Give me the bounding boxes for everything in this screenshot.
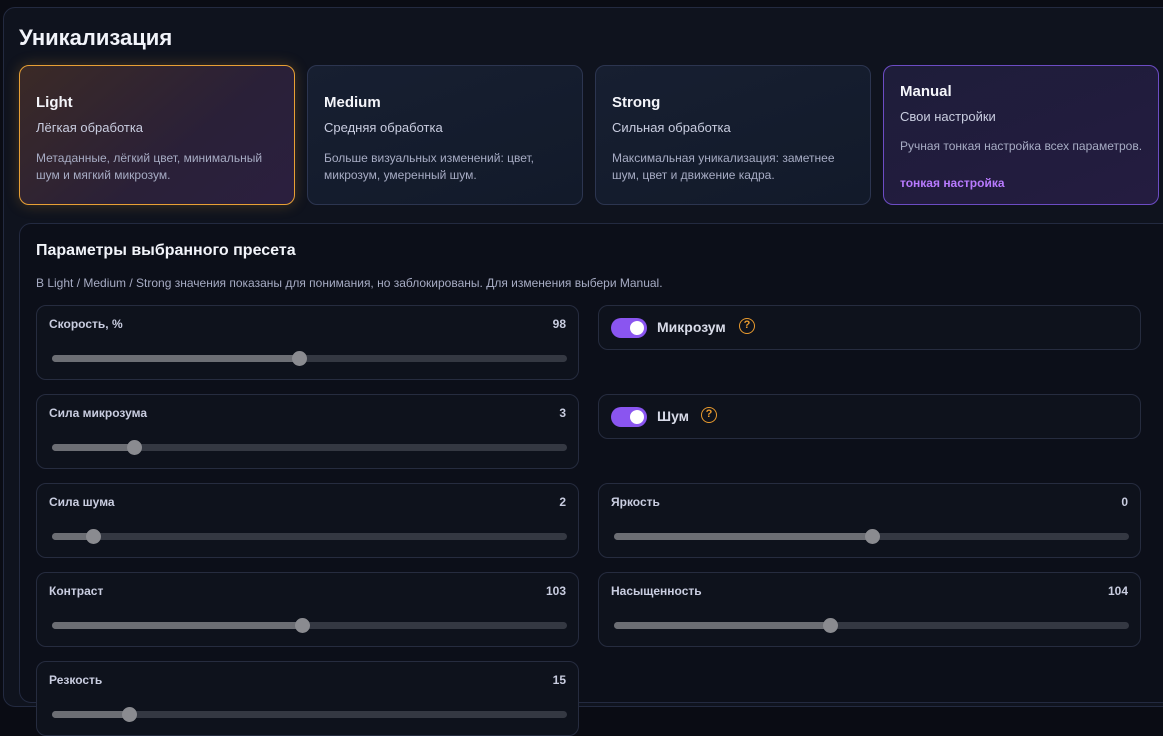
help-icon[interactable]: ? xyxy=(701,407,717,423)
slider-value: 104 xyxy=(1107,584,1128,598)
slider-fill xyxy=(614,533,872,540)
preset-subtitle: Средняя обработка xyxy=(324,120,443,135)
sharpness-slider-card: Резкость 15 xyxy=(36,661,579,736)
microzoom-strength-slider[interactable] xyxy=(52,440,567,455)
preset-strong-card[interactable]: Strong Сильная обработка Максимальная ун… xyxy=(595,65,871,205)
slider-label: Насыщенность xyxy=(611,584,702,598)
saturation-slider-card: Насыщенность 104 xyxy=(598,572,1141,647)
page-title: Уникализация xyxy=(19,25,173,50)
preset-description: Метаданные, лёгкий цвет, минимальный шум… xyxy=(36,151,263,182)
brightness-slider-card: Яркость 0 xyxy=(598,483,1141,558)
slider-value: 3 xyxy=(559,406,566,420)
slider-fill xyxy=(52,444,135,451)
microzoom-toggle[interactable] xyxy=(611,318,647,338)
noise-toggle[interactable] xyxy=(611,407,647,427)
sharpness-slider[interactable] xyxy=(52,707,567,722)
slider-value: 2 xyxy=(559,495,566,509)
noise-toggle-card: Шум ? xyxy=(598,394,1141,439)
preset-description: Больше визуальных изменений: цвет, микро… xyxy=(324,151,535,182)
toggle-knob xyxy=(630,410,644,424)
slider-label: Сила шума xyxy=(49,495,115,509)
noise-strength-slider-card: Сила шума 2 xyxy=(36,483,579,558)
fine-tune-link[interactable]: тонкая настройка xyxy=(900,176,1005,190)
uniqualization-panel: Уникализация Light Лёгкая обработка Мета… xyxy=(3,7,1163,736)
microzoom-toggle-card: Микрозум ? xyxy=(598,305,1141,350)
slider-thumb[interactable] xyxy=(122,707,138,722)
help-icon[interactable]: ? xyxy=(739,318,755,334)
preset-medium-card[interactable]: Medium Средняя обработка Больше визуальн… xyxy=(307,65,583,205)
preset-light-card[interactable]: Light Лёгкая обработка Метаданные, лёгки… xyxy=(19,65,295,205)
preset-name: Manual xyxy=(900,83,952,100)
slider-thumb[interactable] xyxy=(864,529,880,544)
slider-label: Резкость xyxy=(49,673,103,687)
params-note: В Light / Medium / Strong значения показ… xyxy=(36,276,663,290)
toggle-label: Микрозум xyxy=(657,319,726,335)
brightness-slider[interactable] xyxy=(614,529,1129,544)
preset-subtitle: Свои настройки xyxy=(900,109,996,124)
slider-label: Сила микрозума xyxy=(49,406,148,420)
slider-fill xyxy=(52,622,302,629)
preset-name: Strong xyxy=(612,94,661,111)
slider-fill xyxy=(52,355,300,362)
preset-subtitle: Лёгкая обработка xyxy=(36,120,144,135)
contrast-slider-card: Контраст 103 xyxy=(36,572,579,647)
slider-thumb[interactable] xyxy=(294,618,310,633)
microzoom-strength-slider-card: Сила микрозума 3 xyxy=(36,394,579,469)
preset-description: Ручная тонкая настройка всех параметров. xyxy=(900,139,1143,153)
slider-thumb[interactable] xyxy=(292,351,308,366)
speed-slider-card: Скорость, % 98 xyxy=(36,305,579,380)
preset-name: Medium xyxy=(324,94,381,111)
slider-label: Контраст xyxy=(49,584,104,598)
speed-slider[interactable] xyxy=(52,351,567,366)
slider-value: 98 xyxy=(552,317,566,331)
slider-fill xyxy=(52,711,130,718)
slider-label: Скорость, % xyxy=(49,317,123,331)
toggle-label: Шум xyxy=(657,408,690,424)
preset-subtitle: Сильная обработка xyxy=(612,120,731,135)
toggle-knob xyxy=(630,321,644,335)
slider-label: Яркость xyxy=(611,495,660,509)
slider-thumb[interactable] xyxy=(823,618,839,633)
preset-name: Light xyxy=(36,94,73,111)
params-title: Параметры выбранного пресета xyxy=(36,242,296,259)
slider-thumb[interactable] xyxy=(127,440,143,455)
preset-manual-card[interactable]: Manual Свои настройки Ручная тонкая наст… xyxy=(883,65,1159,205)
contrast-slider[interactable] xyxy=(52,618,567,633)
saturation-slider[interactable] xyxy=(614,618,1129,633)
preset-params-section: Параметры выбранного пресета В Light / M… xyxy=(19,223,1163,736)
slider-value: 0 xyxy=(1121,495,1128,509)
slider-value: 103 xyxy=(545,584,566,598)
slider-value: 15 xyxy=(552,673,566,687)
slider-thumb[interactable] xyxy=(86,529,102,544)
noise-strength-slider[interactable] xyxy=(52,529,567,544)
preset-description: Максимальная уникализация: заметнее шум,… xyxy=(612,151,835,182)
slider-fill xyxy=(614,622,831,629)
